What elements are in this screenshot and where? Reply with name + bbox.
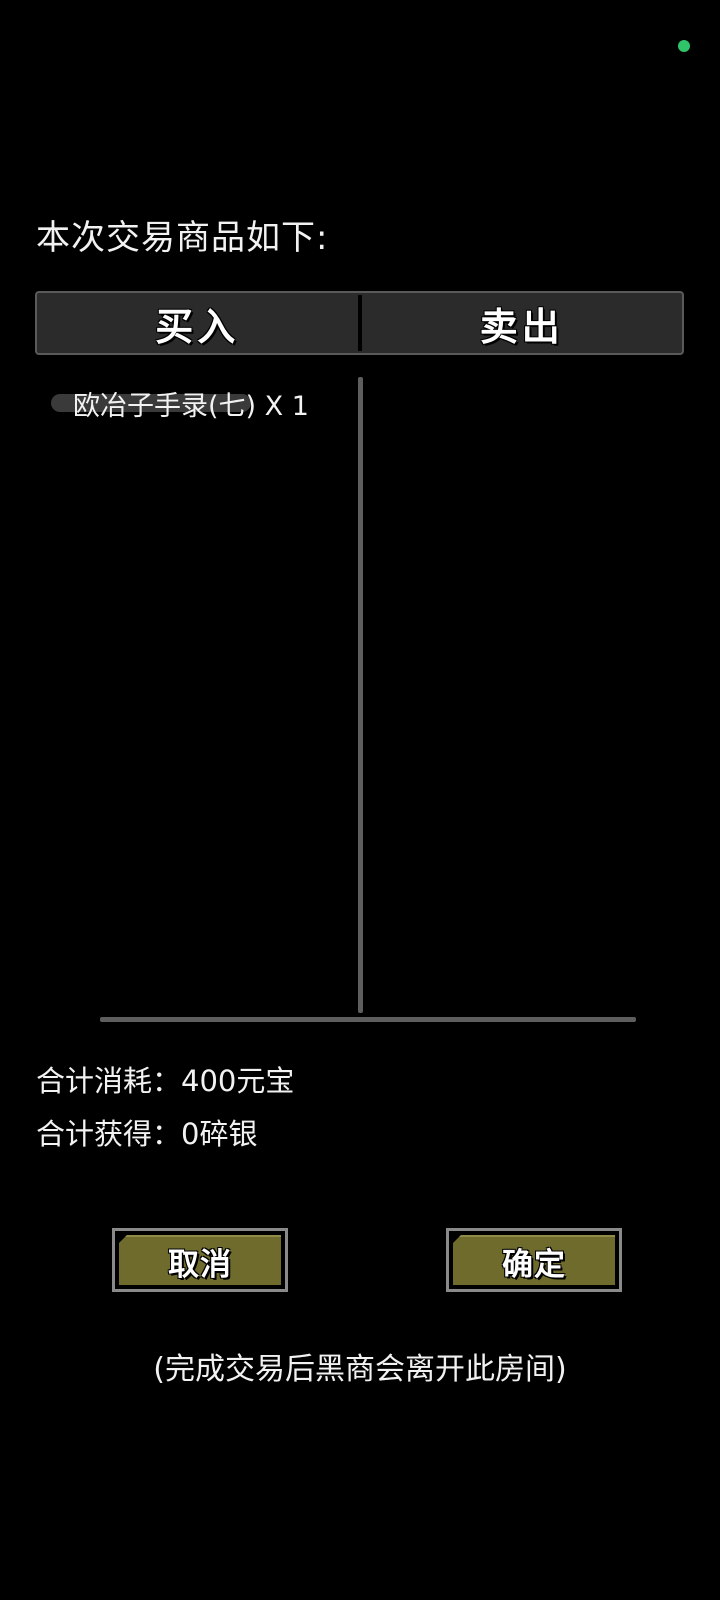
cancel-button[interactable]: 取消 bbox=[112, 1228, 288, 1292]
tab-buy[interactable]: 买入 bbox=[37, 293, 358, 353]
column-divider bbox=[358, 377, 363, 1013]
confirm-button-label: 确定 bbox=[502, 1246, 566, 1283]
total-gain: 合计获得：0碎银 bbox=[36, 1117, 258, 1151]
cancel-button-face: 取消 bbox=[119, 1235, 281, 1285]
list-bottom-divider bbox=[100, 1017, 636, 1022]
trade-note: (完成交易后黑商会离开此房间) bbox=[153, 1352, 567, 1387]
tab-sell[interactable]: 卖出 bbox=[362, 293, 683, 353]
list-item[interactable]: 欧冶子手录(七) X 1 bbox=[51, 386, 309, 422]
item-label: 欧冶子手录(七) X 1 bbox=[73, 390, 309, 422]
trade-tabs: 买入 卖出 bbox=[35, 291, 684, 355]
page-title: 本次交易商品如下: bbox=[36, 218, 329, 258]
confirm-button[interactable]: 确定 bbox=[446, 1228, 622, 1292]
confirm-button-face: 确定 bbox=[453, 1235, 615, 1285]
cancel-button-label: 取消 bbox=[168, 1246, 232, 1283]
status-indicator-dot bbox=[678, 40, 690, 52]
total-cost: 合计消耗：400元宝 bbox=[36, 1064, 295, 1098]
buy-item-list: 欧冶子手录(七) X 1 bbox=[35, 372, 360, 1012]
